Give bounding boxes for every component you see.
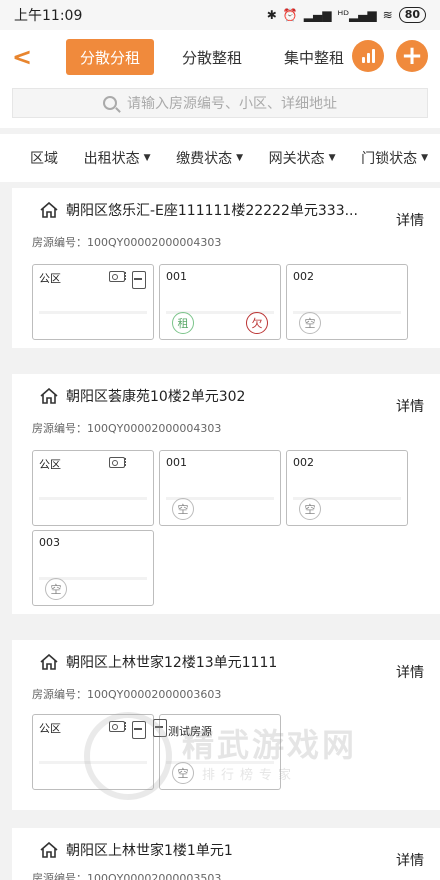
- search-input[interactable]: 请输入房源编号、小区、详细地址: [12, 88, 428, 118]
- property-code: 房源编号：100QY00002000004303: [32, 422, 222, 435]
- signal-icon: ▂▄▆: [303, 8, 332, 22]
- property-address: 朝阳区悠乐汇-E座111111楼22222单元333...: [66, 203, 358, 219]
- filter-rent-status[interactable]: 出租状态 ▼: [84, 148, 151, 168]
- filter-label: 区域: [30, 151, 58, 167]
- room-tile[interactable]: 001 租 欠: [159, 264, 281, 340]
- property-card[interactable]: 朝阳区荟康苑10楼2单元302 详情 房源编号：100QY00002000004…: [12, 374, 440, 614]
- caret-down-icon: ▼: [328, 153, 336, 163]
- property-title: 朝阳区上林世家12楼13单元1111: [40, 652, 277, 672]
- top-nav: < 分散分租 分散整租 集中整租 +: [0, 30, 440, 84]
- room-name: 公区: [39, 722, 61, 735]
- room-name: 001: [166, 270, 187, 283]
- vacant-badge: 空: [172, 762, 194, 784]
- room-name: 测试房源: [168, 725, 212, 738]
- room-name: 001: [166, 456, 187, 469]
- room-name: 002: [293, 270, 314, 283]
- property-card[interactable]: 朝阳区悠乐汇-E座111111楼22222单元333... 详情 房源编号：10…: [12, 188, 440, 348]
- caret-down-icon: ▼: [143, 153, 151, 163]
- property-card[interactable]: 朝阳区上林世家12楼13单元1111 详情 房源编号：100QY00002000…: [12, 640, 440, 810]
- filter-label: 网关状态: [268, 151, 325, 167]
- house-icon: [40, 388, 58, 404]
- property-title: 朝阳区荟康苑10楼2单元302: [40, 386, 245, 406]
- property-title: 朝阳区悠乐汇-E座111111楼22222单元333...: [40, 200, 358, 220]
- device-icons: [109, 721, 146, 739]
- door-lock-icon: [132, 271, 146, 289]
- room-tile[interactable]: 001 空: [159, 450, 281, 526]
- door-lock-icon: [132, 721, 146, 739]
- filter-label: 门锁状态: [361, 151, 418, 167]
- detail-link[interactable]: 详情: [396, 396, 424, 416]
- hd-signal-icon: ᴴᴰ▂▄▆: [337, 8, 377, 22]
- detail-link[interactable]: 详情: [396, 850, 424, 870]
- add-button[interactable]: +: [396, 40, 428, 72]
- detail-link[interactable]: 详情: [396, 662, 424, 682]
- filter-payment-status[interactable]: 缴费状态 ▼: [176, 148, 243, 168]
- rented-badge: 租: [172, 312, 194, 334]
- room-tile[interactable]: 测试房源 空: [153, 714, 281, 790]
- room-tile-public[interactable]: 公区: [32, 714, 154, 790]
- status-bar: 上午11:09 ✱ ⏰ ▂▄▆ ᴴᴰ▂▄▆ ≋ 80: [0, 0, 440, 30]
- stats-button[interactable]: [352, 40, 384, 72]
- battery-icon: 80: [398, 7, 426, 23]
- search-icon: [103, 96, 117, 110]
- status-time: 上午11:09: [14, 8, 83, 24]
- vacant-badge: 空: [172, 498, 194, 520]
- caret-down-icon: ▼: [421, 153, 428, 163]
- device-icons: [109, 457, 126, 468]
- property-address: 朝阳区荟康苑10楼2单元302: [66, 389, 246, 405]
- bluetooth-icon: ✱: [266, 8, 277, 22]
- filter-gateway-status[interactable]: 网关状态 ▼: [269, 148, 336, 168]
- property-code: 房源编号：100QY00002000003603: [32, 688, 222, 701]
- tab-scattered-whole[interactable]: 分散整租: [168, 39, 256, 75]
- filter-region[interactable]: 区域: [30, 148, 58, 168]
- gateway-icon: [109, 457, 126, 468]
- room-tile-public[interactable]: 公区: [32, 450, 154, 526]
- property-code: 房源编号：100QY00002000003503: [32, 872, 222, 880]
- caret-down-icon: ▼: [236, 153, 243, 163]
- room-tile[interactable]: 002 空: [286, 450, 408, 526]
- detail-link[interactable]: 详情: [396, 210, 424, 230]
- property-address: 朝阳区上林世家12楼13单元1111: [66, 655, 278, 671]
- room-name: 003: [39, 536, 60, 549]
- device-icons: [109, 271, 146, 289]
- house-icon: [40, 842, 58, 858]
- door-lock-icon: [153, 719, 167, 737]
- house-icon: [40, 202, 58, 218]
- filter-bar: 区域 出租状态 ▼ 缴费状态 ▼ 网关状态 ▼ 门锁状态 ▼: [0, 134, 440, 182]
- vacant-badge: 空: [299, 498, 321, 520]
- bar-chart-icon: [361, 49, 375, 63]
- tab-centralized-whole[interactable]: 集中整租: [270, 39, 358, 75]
- room-name: 公区: [39, 458, 61, 471]
- status-icons: ✱ ⏰ ▂▄▆ ᴴᴰ▂▄▆ ≋ 80: [267, 7, 426, 23]
- property-title: 朝阳区上林世家1楼1单元1: [40, 840, 233, 860]
- property-code: 房源编号：100QY00002000004303: [32, 236, 222, 249]
- device-icons: [148, 719, 167, 737]
- room-tile[interactable]: 003 空: [32, 530, 154, 606]
- room-name: 002: [293, 456, 314, 469]
- gateway-icon: [109, 721, 126, 732]
- room-tile-public[interactable]: 公区: [32, 264, 154, 340]
- wifi-icon: ≋: [382, 8, 393, 22]
- alarm-icon: ⏰: [282, 8, 298, 22]
- tab-scattered-sublet[interactable]: 分散分租: [66, 39, 155, 75]
- property-card[interactable]: 朝阳区上林世家1楼1单元1 详情 房源编号：100QY0000200000350…: [12, 828, 440, 880]
- owed-badge: 欠: [246, 312, 268, 334]
- filter-label: 缴费状态: [176, 151, 233, 167]
- room-tile[interactable]: 002 空: [286, 264, 408, 340]
- room-name: 公区: [39, 272, 61, 285]
- gateway-icon: [109, 271, 126, 282]
- search-area: 请输入房源编号、小区、详细地址: [0, 84, 440, 128]
- filter-label: 出租状态: [83, 151, 140, 167]
- back-button[interactable]: <: [12, 43, 42, 71]
- vacant-badge: 空: [45, 578, 67, 600]
- filter-lock-status[interactable]: 门锁状态 ▼: [361, 148, 428, 168]
- tab-bar: 分散分租 分散整租 集中整租: [66, 39, 358, 75]
- vacant-badge: 空: [299, 312, 321, 334]
- property-address: 朝阳区上林世家1楼1单元1: [66, 843, 233, 859]
- house-icon: [40, 654, 58, 670]
- search-placeholder: 请输入房源编号、小区、详细地址: [127, 96, 337, 112]
